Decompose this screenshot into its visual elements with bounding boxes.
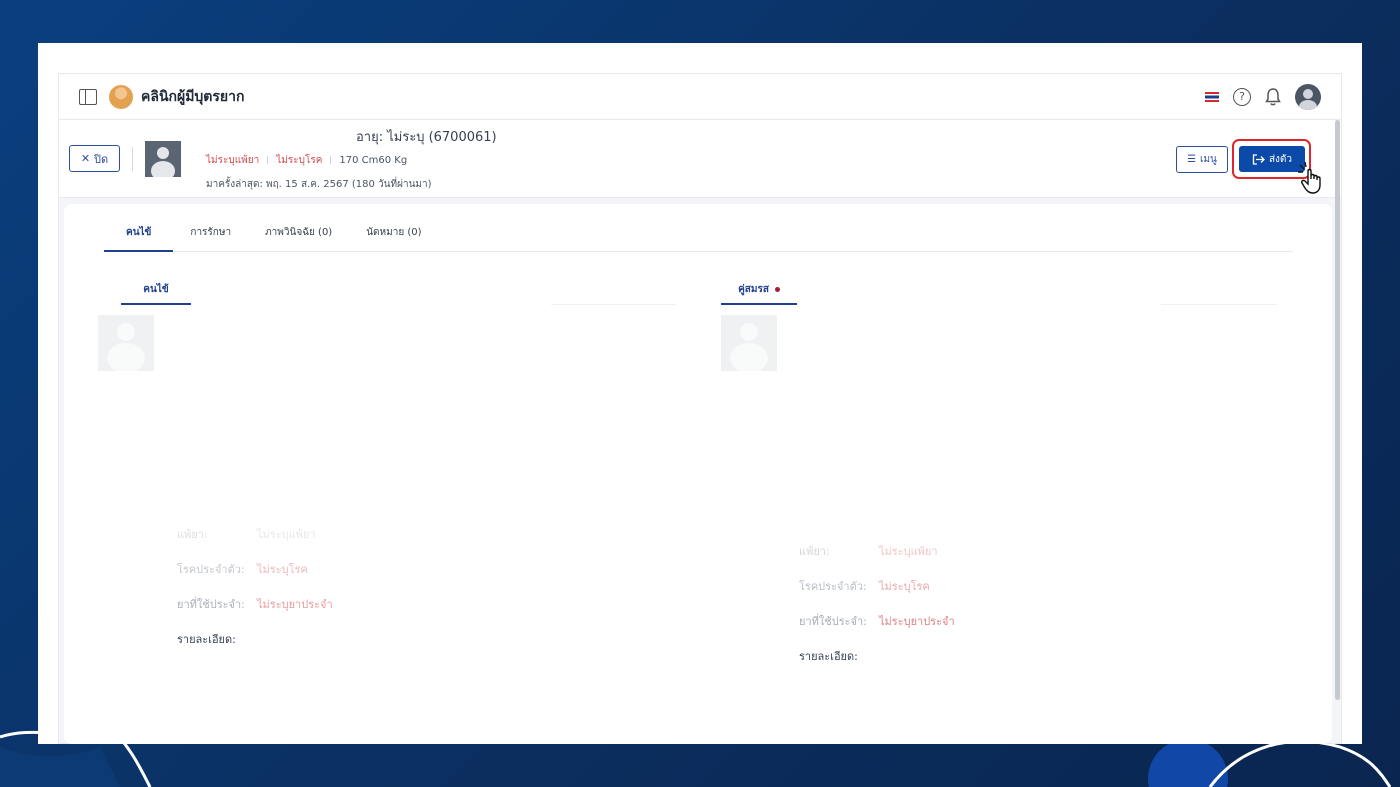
field-label: รายละเอียด: (177, 632, 236, 646)
spouse-fields: แพ้ยา: ไม่ระบุแพ้ยา โรคประจำตัว: ไม่ระบุโร… (799, 498, 955, 673)
field-row: แพ้ยา: ไม่ระบุแพ้ยา (177, 516, 333, 551)
field-value: ไม่ระบุโรค (879, 579, 930, 593)
clinic-logo-icon (109, 84, 133, 109)
section-divider (1161, 304, 1277, 305)
field-value: ไม่ระบุยาประจำ (879, 614, 955, 628)
field-row: แพ้ยา: ไม่ระบุแพ้ยา (799, 533, 955, 568)
app-window: คลินิกผู้มีบุตรยาก ? ✕ ปิด อายุ: ไม่ระบุ… (58, 73, 1342, 744)
bell-icon[interactable] (1265, 87, 1281, 106)
divider (132, 146, 133, 171)
field-row: รายละเอียด: (799, 638, 955, 673)
tab-treatment[interactable]: การรักษา (173, 224, 248, 252)
field-row: โรคประจำตัว: ไม่ระบุโรค (177, 551, 333, 586)
divider (267, 156, 269, 164)
field-row: โรคประจำตัว: ไม่ระบุโรค (799, 568, 955, 603)
thai-flag-icon[interactable] (1205, 91, 1219, 102)
tab-patient[interactable]: คนไข้ (104, 224, 174, 252)
patient-hn: (6700061) (428, 129, 497, 145)
divider (330, 156, 332, 164)
close-button[interactable]: ✕ ปิด (69, 145, 120, 172)
app-title: คลินิกผู้มีบุตรยาก (141, 88, 245, 105)
field-value: ไม่ระบุแพ้ยา (257, 527, 316, 541)
tab-appointments[interactable]: นัดหมาย (0) (349, 224, 438, 252)
top-bar: คลินิกผู้มีบุตรยาก ? (59, 74, 1341, 120)
hamburger-icon: ☰ (1187, 154, 1197, 165)
patient-fields: แพ้ยา: ไม่ระบุแพ้ยา โรคประจำตัว: ไม่ระบุโร… (177, 481, 333, 656)
field-label: รายละเอียด: (799, 649, 858, 663)
hand-cursor-icon (1298, 162, 1321, 194)
field-label: โรคประจำตัว: (799, 579, 867, 593)
field-label: ยาที่ใช้ประจำ: (799, 614, 867, 628)
field-label: แพ้ยา: (799, 544, 830, 558)
help-icon[interactable]: ? (1233, 87, 1251, 106)
menu-button-label: เมนู (1200, 154, 1217, 165)
field-row: ยาที่ใช้ประจำ: ไม่ระบุยาประจำ (177, 586, 333, 621)
sidebar-toggle-icon[interactable] (79, 88, 97, 105)
patient-avatar (145, 140, 181, 177)
menu-button[interactable]: ☰ เมนู (1176, 146, 1228, 173)
body-stats: 170 Cm60 Kg (339, 154, 408, 166)
field-label: ยาที่ใช้ประจำ: (177, 597, 245, 611)
tab-imaging[interactable]: ภาพวินิจฉัย (0) (248, 224, 349, 252)
field-value: ไม่ระบุโรค (257, 562, 308, 576)
patient-tags: ไม่ระบุแพ้ยา ไม่ระบุโรค 170 Cm60 Kg (206, 153, 497, 168)
user-avatar-icon[interactable] (1295, 83, 1321, 110)
field-row: ยาที่ใช้ประจำ: ไม่ระบุยาประจำ (799, 603, 955, 638)
scrollbar[interactable] (1335, 120, 1340, 700)
patient-info: อายุ: ไม่ระบุ (6700061) ไม่ระบุแพ้ยา ไม่ร… (206, 126, 497, 192)
field-row (177, 481, 333, 516)
section-tab-spouse[interactable]: คู่สมรส (721, 279, 797, 305)
field-label: โรคประจำตัว: (177, 562, 245, 576)
status-dot (774, 286, 780, 292)
main-tabs: คนไข้ การรักษา ภาพวินิจฉัย (0) นัดหมาย (… (104, 224, 1293, 252)
section-divider (551, 304, 676, 305)
section-tab-patient[interactable]: คนไข้ (121, 279, 191, 305)
send-button[interactable]: ส่งตัว (1239, 146, 1305, 172)
section-tab-spouse-label: คู่สมรส (738, 284, 769, 295)
patient-age: อายุ: ไม่ระบุ (356, 129, 425, 145)
patient-photo-placeholder (98, 315, 154, 371)
field-value: ไม่ระบุแพ้ยา (879, 544, 938, 558)
disease-tag: ไม่ระบุโรค (276, 154, 323, 166)
top-bar-actions: ? (1205, 83, 1321, 110)
field-value: ไม่ระบุยาประจำ (257, 597, 333, 611)
close-button-label: ปิด (94, 152, 109, 166)
allergy-tag: ไม่ระบุแพ้ยา (206, 154, 260, 166)
spouse-photo-placeholder (721, 315, 777, 371)
patient-bar: ✕ ปิด อายุ: ไม่ระบุ (6700061) ไม่ระบุแพ้ย… (59, 120, 1341, 198)
patient-age-line: อายุ: ไม่ระบุ (6700061) (352, 126, 497, 147)
close-icon: ✕ (80, 152, 91, 165)
send-button-label: ส่งตัว (1268, 153, 1293, 165)
last-visit: มาครั้งล่าสุด: พฤ. 15 ส.ค. 2567 (180 วัน… (206, 178, 432, 190)
content-card: คนไข้ การรักษา ภาพวินิจฉัย (0) นัดหมาย (… (64, 204, 1332, 744)
field-row: รายละเอียด: (177, 621, 333, 656)
field-row (799, 498, 955, 533)
screenshot-frame: คลินิกผู้มีบุตรยาก ? ✕ ปิด อายุ: ไม่ระบุ… (38, 43, 1362, 744)
field-label: แพ้ยา: (177, 527, 208, 541)
export-icon (1252, 153, 1265, 165)
